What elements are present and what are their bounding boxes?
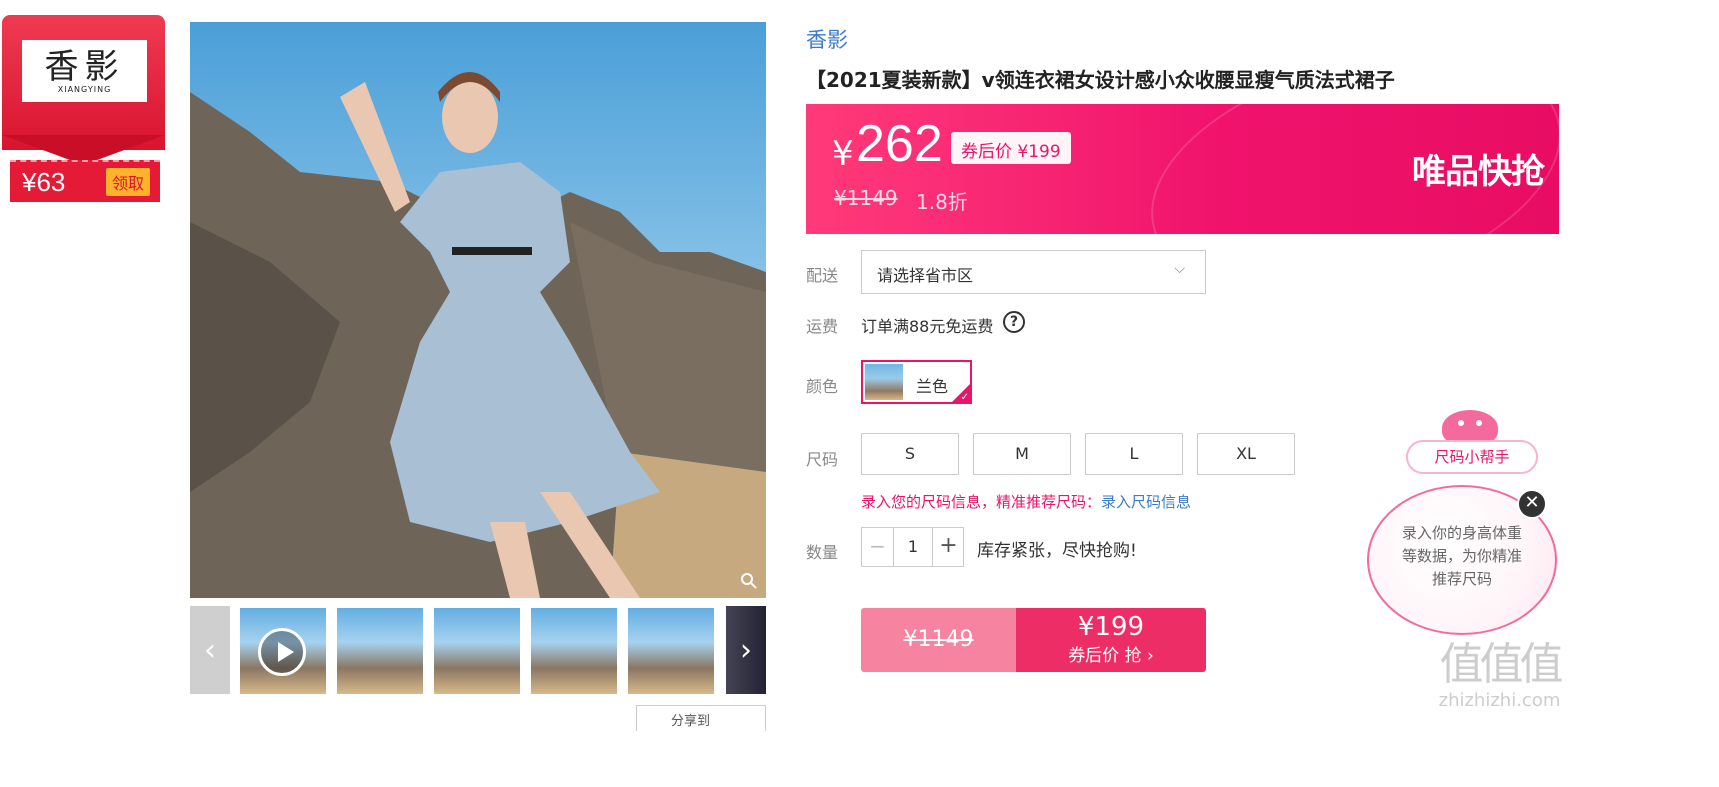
discount-rate: 1.8折 [916,190,968,214]
size-label: 尺码 [806,450,839,469]
thumbnail-strip: ‹ › [190,606,766,694]
buy-now-button[interactable]: ¥199 券后价 抢 › [1016,608,1206,672]
help-icon[interactable]: ? [1003,311,1025,333]
quantity-stepper: − 1 + [861,527,964,567]
brand-logo: 香影 XIANGYING [22,40,147,102]
product-title: 【2021夏装新款】v领连衣裙女设计感小众收腰显瘦气质法式裙子 [806,68,1395,92]
mascot-eye [1476,420,1482,426]
watermark: 值值值 zhizhizhi.com [1432,640,1567,712]
product-page: 香影 XIANGYING ¥63 领取 ‹ › 分享到 香影 【2021夏装新款… [0,0,1719,787]
quantity-minus-button[interactable]: − [862,528,894,566]
thumb-next-button[interactable]: › [726,606,766,694]
sale-price: 262 [856,115,943,173]
color-option-selected[interactable]: 兰色 ✓ [861,360,972,404]
logo-subtext: XIANGYING [57,84,112,94]
quantity-plus-button[interactable]: + [932,528,964,566]
buy-price: ¥199 [1077,612,1145,642]
buy-original-price: ¥1149 [861,608,1016,672]
coupon-footer: ¥63 领取 [10,160,160,202]
coupon-claim-button[interactable]: 领取 [105,168,150,196]
size-helper-text: 录入你的身高体重等数据，为你精准推荐尺码 [1401,524,1522,588]
thumbnail[interactable] [531,608,617,694]
mascot-eye [1458,420,1464,426]
brand-link[interactable]: 香影 [806,24,848,54]
flash-sale-label: 唯品快抢 [1412,152,1545,192]
thumb-prev-button[interactable]: ‹ [190,606,230,694]
color-option-label: 兰色 [916,377,949,396]
thumbnail[interactable] [337,608,423,694]
size-option-xl[interactable]: XL [1197,433,1295,475]
play-icon[interactable] [258,628,306,676]
size-helper-button[interactable]: 尺码小帮手 [1406,440,1538,474]
quantity-label: 数量 [806,543,839,562]
after-coupon-badge: 券后价 ¥199 [951,132,1071,164]
currency-symbol: ¥ [832,134,854,174]
delivery-label: 配送 [806,266,839,285]
zoom-icon[interactable] [740,572,760,592]
store-coupon[interactable]: 香影 XIANGYING ¥63 领取 [2,15,165,203]
watermark-logo: 值值值 [1439,639,1564,690]
buy-button[interactable]: ¥1149 ¥199 券后价 抢 › [861,608,1206,672]
main-product-image[interactable] [190,22,766,598]
chevron-down-icon: ⌵ [1174,261,1185,277]
size-tip-text: 录入您的尺码信息，精准推荐尺码： [861,493,1102,511]
share-button[interactable]: 分享到 [636,705,766,731]
size-tip-link[interactable]: 录入尺码信息 [1101,493,1191,511]
size-option-s[interactable]: S [861,433,959,475]
size-option-l[interactable]: L [1085,433,1183,475]
price-banner: ¥ 262 券后价 ¥199 ¥1149 1.8折 唯品快抢 [806,104,1559,234]
thumbnail[interactable] [628,608,714,694]
color-swatch-image [865,364,903,400]
logo-text: 香影 [44,46,125,87]
original-price: ¥1149 [834,186,898,210]
product-photo [190,72,766,598]
mascot-icon [1436,400,1506,446]
region-select-value: 请选择省市区 [877,266,974,285]
color-label: 颜色 [806,377,839,396]
freight-label: 运费 [806,317,839,336]
thumbnail-video[interactable] [240,608,326,694]
stock-tip: 库存紧张，尽快抢购! [977,541,1137,561]
thumbnail[interactable] [434,608,520,694]
close-icon[interactable]: ✕ [1517,489,1547,519]
size-tip: 录入您的尺码信息，精准推荐尺码：录入尺码信息 [861,491,1191,512]
buy-label: 券后价 抢 › [1068,646,1154,666]
coupon-amount: ¥63 [22,166,66,197]
size-option-m[interactable]: M [973,433,1071,475]
quantity-input[interactable]: 1 [894,528,932,566]
freight-text: 订单满88元免运费 [861,317,994,336]
watermark-url: zhizhizhi.com [1438,690,1561,711]
region-select[interactable]: 请选择省市区 ⌵ [861,250,1206,294]
check-icon: ✓ [960,392,969,403]
